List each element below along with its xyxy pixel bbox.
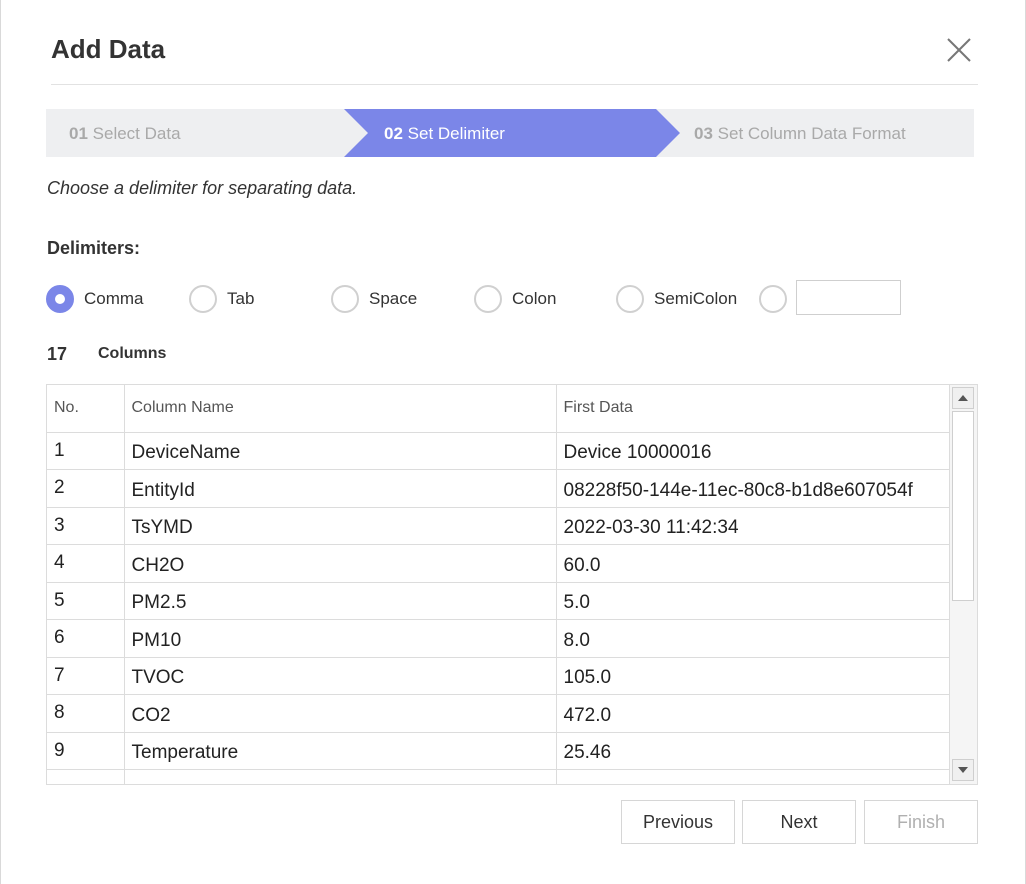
column-name-cell: TsYMD bbox=[124, 507, 557, 545]
column-name-cell: DeviceName bbox=[124, 432, 557, 470]
row-number: 1 bbox=[47, 432, 125, 470]
first-data-cell: 60.0 bbox=[556, 544, 950, 583]
radio-button-icon bbox=[616, 285, 644, 313]
table-row[interactable]: 8 CO2 472.0 bbox=[47, 694, 950, 733]
custom-delimiter-input[interactable] bbox=[796, 280, 901, 315]
scrollbar-thumb[interactable] bbox=[952, 411, 974, 601]
radio-space[interactable]: Space bbox=[331, 285, 417, 313]
triangle-up-icon bbox=[958, 395, 968, 401]
first-data-cell: 08228f50-144e-11ec-80c8-b1d8e607054f bbox=[556, 469, 950, 508]
table-row[interactable]: 6 PM10 8.0 bbox=[47, 619, 950, 658]
instruction-text: Choose a delimiter for separating data. bbox=[47, 178, 358, 198]
header-first-data: First Data bbox=[556, 385, 950, 433]
radio-comma[interactable]: Comma bbox=[46, 285, 144, 313]
first-data-cell: 2022-03-30 11:42:34 bbox=[556, 507, 950, 545]
column-name-cell: Temperature bbox=[124, 732, 557, 770]
table-row[interactable]: 4 CH2O 60.0 bbox=[47, 544, 950, 583]
table-row[interactable]: 9 Temperature 25.46 bbox=[47, 732, 950, 770]
previous-button[interactable]: Previous bbox=[621, 800, 735, 844]
table-scrollbar[interactable] bbox=[949, 385, 977, 784]
first-data-cell: Device 10000016 bbox=[556, 432, 950, 470]
add-data-dialog: Add Data 01 Select Data 02 Set Delimiter… bbox=[0, 0, 1026, 884]
first-data-cell: 5.0 bbox=[556, 582, 950, 620]
table-row[interactable]: 7 TVOC 105.0 bbox=[47, 657, 950, 695]
radio-button-icon bbox=[46, 285, 74, 313]
column-name-cell: TVOC bbox=[124, 657, 557, 695]
radio-button-icon bbox=[331, 285, 359, 313]
header-no: No. bbox=[47, 385, 125, 433]
first-data-cell: 105.0 bbox=[556, 657, 950, 695]
radio-tab[interactable]: Tab bbox=[189, 285, 254, 313]
scroll-down-button[interactable] bbox=[952, 759, 974, 781]
table-row[interactable]: 2 EntityId 08228f50-144e-11ec-80c8-b1d8e… bbox=[47, 469, 950, 508]
table-row[interactable] bbox=[47, 769, 950, 784]
radio-button-icon bbox=[474, 285, 502, 313]
row-number bbox=[47, 769, 125, 784]
column-name-cell: EntityId bbox=[124, 469, 557, 508]
wizard-stepper: 01 Select Data 02 Set Delimiter 03 Set C… bbox=[46, 109, 974, 157]
delimiters-label: Delimiters: bbox=[47, 238, 141, 258]
column-name-cell: CO2 bbox=[124, 694, 557, 733]
close-button[interactable] bbox=[943, 34, 975, 66]
row-number: 7 bbox=[47, 657, 125, 695]
row-number: 8 bbox=[47, 694, 125, 733]
column-name-cell: PM2.5 bbox=[124, 582, 557, 620]
column-name-cell: CH2O bbox=[124, 544, 557, 583]
step-set-column-data-format: 03 Set Column Data Format bbox=[694, 124, 906, 143]
header-column-name: Column Name bbox=[124, 385, 557, 433]
columns-table: No. Column Name First Data 1 DeviceName … bbox=[46, 384, 978, 785]
table-row[interactable]: 5 PM2.5 5.0 bbox=[47, 582, 950, 620]
column-name-cell bbox=[124, 769, 557, 784]
close-icon bbox=[947, 38, 971, 62]
table-row[interactable]: 3 TsYMD 2022-03-30 11:42:34 bbox=[47, 507, 950, 545]
radio-button-icon bbox=[759, 285, 787, 313]
radio-button-icon bbox=[189, 285, 217, 313]
row-number: 4 bbox=[47, 544, 125, 583]
radio-colon[interactable]: Colon bbox=[474, 285, 556, 313]
title-divider bbox=[51, 84, 978, 85]
row-number: 2 bbox=[47, 469, 125, 508]
column-count: 17 bbox=[47, 344, 68, 364]
radio-semicolon[interactable]: SemiColon bbox=[616, 285, 737, 313]
finish-button[interactable]: Finish bbox=[864, 800, 978, 844]
radio-custom[interactable] bbox=[759, 285, 787, 313]
first-data-cell: 8.0 bbox=[556, 619, 950, 658]
step-select-data: 01 Select Data bbox=[69, 124, 181, 143]
triangle-down-icon bbox=[958, 767, 968, 773]
row-number: 3 bbox=[47, 507, 125, 545]
dialog-title: Add Data bbox=[51, 34, 166, 64]
row-number: 5 bbox=[47, 582, 125, 620]
column-count-label: Columns bbox=[98, 345, 167, 362]
row-number: 6 bbox=[47, 619, 125, 658]
first-data-cell: 25.46 bbox=[556, 732, 950, 770]
scroll-up-button[interactable] bbox=[952, 387, 974, 409]
table-row[interactable]: 1 DeviceName Device 10000016 bbox=[47, 432, 950, 470]
column-name-cell: PM10 bbox=[124, 619, 557, 658]
row-number: 9 bbox=[47, 732, 125, 770]
table-header-row: No. Column Name First Data bbox=[47, 385, 950, 433]
first-data-cell bbox=[556, 769, 950, 784]
first-data-cell: 472.0 bbox=[556, 694, 950, 733]
step-set-delimiter: 02 Set Delimiter bbox=[384, 124, 505, 143]
next-button[interactable]: Next bbox=[742, 800, 856, 844]
